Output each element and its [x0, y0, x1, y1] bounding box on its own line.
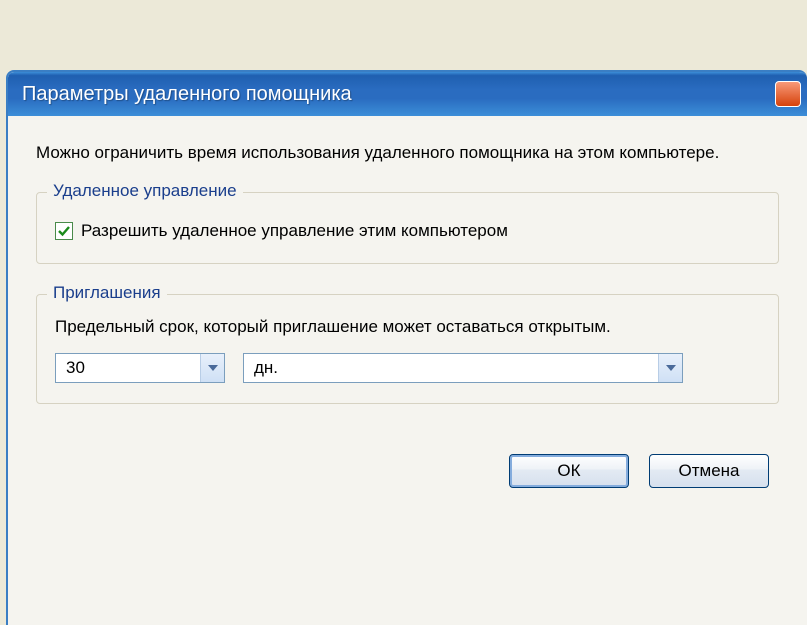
checkbox-box — [55, 222, 73, 240]
ok-button[interactable]: ОК — [509, 454, 629, 488]
invitations-group: Приглашения Предельный срок, который при… — [36, 294, 779, 404]
invitation-unit-select[interactable]: дн. — [243, 353, 683, 383]
cancel-button[interactable]: Отмена — [649, 454, 769, 488]
invitation-duration-label: Предельный срок, который приглашение мож… — [55, 317, 760, 337]
chevron-down-icon — [200, 354, 224, 382]
dialog-window: Параметры удаленного помощника Можно огр… — [6, 70, 807, 625]
button-row: ОК Отмена — [36, 434, 779, 488]
remote-control-group: Удаленное управление Разрешить удаленное… — [36, 192, 779, 264]
invitations-legend: Приглашения — [47, 283, 167, 303]
window-title: Параметры удаленного помощника — [22, 83, 352, 106]
invitation-unit-value: дн. — [244, 354, 658, 382]
checkmark-icon — [57, 224, 71, 238]
invitation-amount-select[interactable]: 30 — [55, 353, 225, 383]
allow-remote-control-checkbox[interactable]: Разрешить удаленное управление этим комп… — [55, 221, 760, 241]
dialog-content: Можно ограничить время использования уда… — [8, 116, 807, 498]
intro-text: Можно ограничить время использования уда… — [36, 140, 779, 166]
chevron-down-icon — [658, 354, 682, 382]
checkbox-label: Разрешить удаленное управление этим комп… — [81, 221, 508, 241]
titlebar[interactable]: Параметры удаленного помощника — [8, 72, 807, 116]
remote-control-legend: Удаленное управление — [47, 181, 243, 201]
close-button[interactable] — [775, 81, 801, 107]
invitation-amount-value: 30 — [56, 354, 200, 382]
